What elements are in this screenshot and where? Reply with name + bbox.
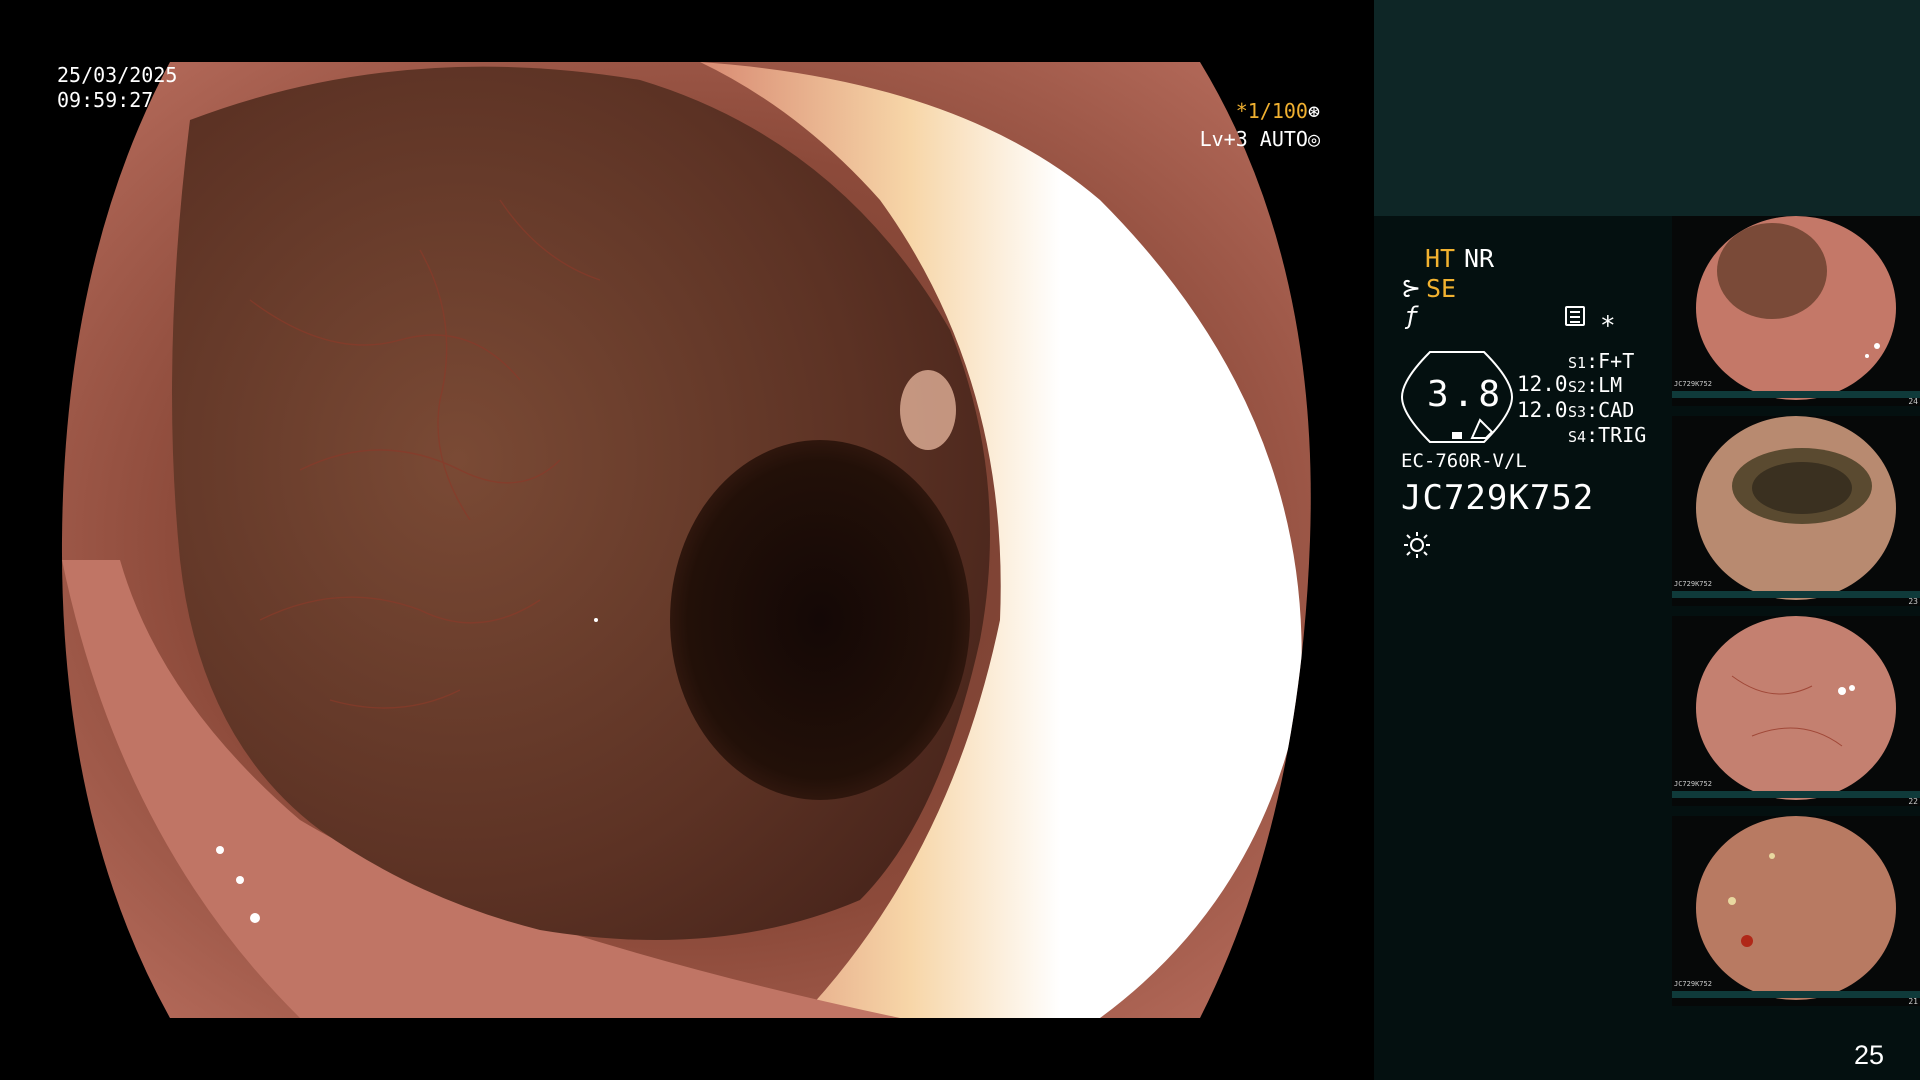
ht-indicator: HT (1425, 244, 1456, 273)
function-icon: ƒ (1404, 302, 1419, 330)
endoscope-image (61, 62, 1311, 1018)
zoom-value: 3.8 (1427, 374, 1505, 415)
value-b-readout: 12.0 (1517, 398, 1568, 422)
side-panel-header (1374, 0, 1920, 216)
switch-label: S4 (1568, 428, 1587, 446)
scope-serial: JC729K752 (1401, 478, 1595, 518)
thumbnail-image (1696, 416, 1896, 600)
date-readout: 25/03/2025 (57, 63, 178, 87)
value-a-readout: 12.0 (1517, 372, 1568, 396)
switch-value: CAD (1598, 398, 1635, 422)
mode-icon (1565, 306, 1585, 326)
switch-label: S2 (1568, 378, 1587, 396)
switch-value: TRIG (1598, 423, 1647, 447)
level-readout: Lv+3 AUTO◎ (1150, 128, 1320, 151)
nr-indicator: NR (1464, 244, 1495, 273)
switch-row-s1: S1:F+T (1568, 349, 1635, 373)
capture-thumbnail[interactable]: JC729K752 24 (1672, 216, 1920, 406)
level-value: Lv+3 AUTO (1199, 127, 1308, 151)
thumbnail-id: JC729K752 (1674, 580, 1712, 588)
endoscope-main-view: 25/03/2025 09:59:27 *1/100⊛ Lv+3 AUTO◎ (0, 0, 1374, 1080)
scope-model: EC-760R-V/L (1401, 450, 1527, 472)
shutter-readout: *1/100⊛ (1150, 100, 1320, 123)
thumbnail-bar (1672, 591, 1920, 598)
switch-label: S3 (1568, 403, 1587, 421)
thumbnail-image (1696, 616, 1896, 800)
thumbnail-number: 23 (1908, 597, 1918, 606)
switch-row-s3: S3:CAD (1568, 398, 1635, 422)
thumbnail-id: JC729K752 (1674, 980, 1712, 988)
switch-row-s4: S4:TRIG (1568, 423, 1647, 447)
light-source-icon (1404, 532, 1430, 558)
switch-row-s2: S2:LM (1568, 373, 1623, 397)
aperture-icon: ⊛ (1307, 99, 1320, 123)
page-number: 25 (1854, 1040, 1885, 1070)
thumbnail-image (1696, 216, 1896, 400)
thumbnail-image (1696, 816, 1896, 1000)
time-readout: 09:59:27 (57, 88, 154, 112)
thumbnail-number: 24 (1908, 397, 1918, 406)
switch-label: S1 (1568, 354, 1587, 372)
capture-thumbnail[interactable]: JC729K752 22 (1672, 616, 1920, 806)
thumbnail-id: JC729K752 (1674, 780, 1712, 788)
thumbnail-number: 21 (1908, 997, 1918, 1006)
shutter-value: *1/100 (1235, 99, 1308, 123)
capture-thumbnail[interactable]: JC729K752 21 (1672, 816, 1920, 1006)
thumbnail-bar (1672, 791, 1920, 798)
thumbnail-bar (1672, 991, 1920, 998)
switch-value: LM (1598, 373, 1623, 397)
thumbnail-id: JC729K752 (1674, 380, 1712, 388)
capture-thumbnail[interactable]: JC729K752 23 (1672, 416, 1920, 606)
thumbnail-bar (1672, 391, 1920, 398)
star-icon: ∗ (1600, 306, 1616, 336)
thumbnail-number: 22 (1908, 797, 1918, 806)
se-indicator: SE (1426, 274, 1457, 303)
structure-enhance-icon: ⊱ (1401, 274, 1422, 302)
switch-value: F+T (1598, 349, 1635, 373)
auto-iris-icon: ◎ (1307, 127, 1320, 151)
